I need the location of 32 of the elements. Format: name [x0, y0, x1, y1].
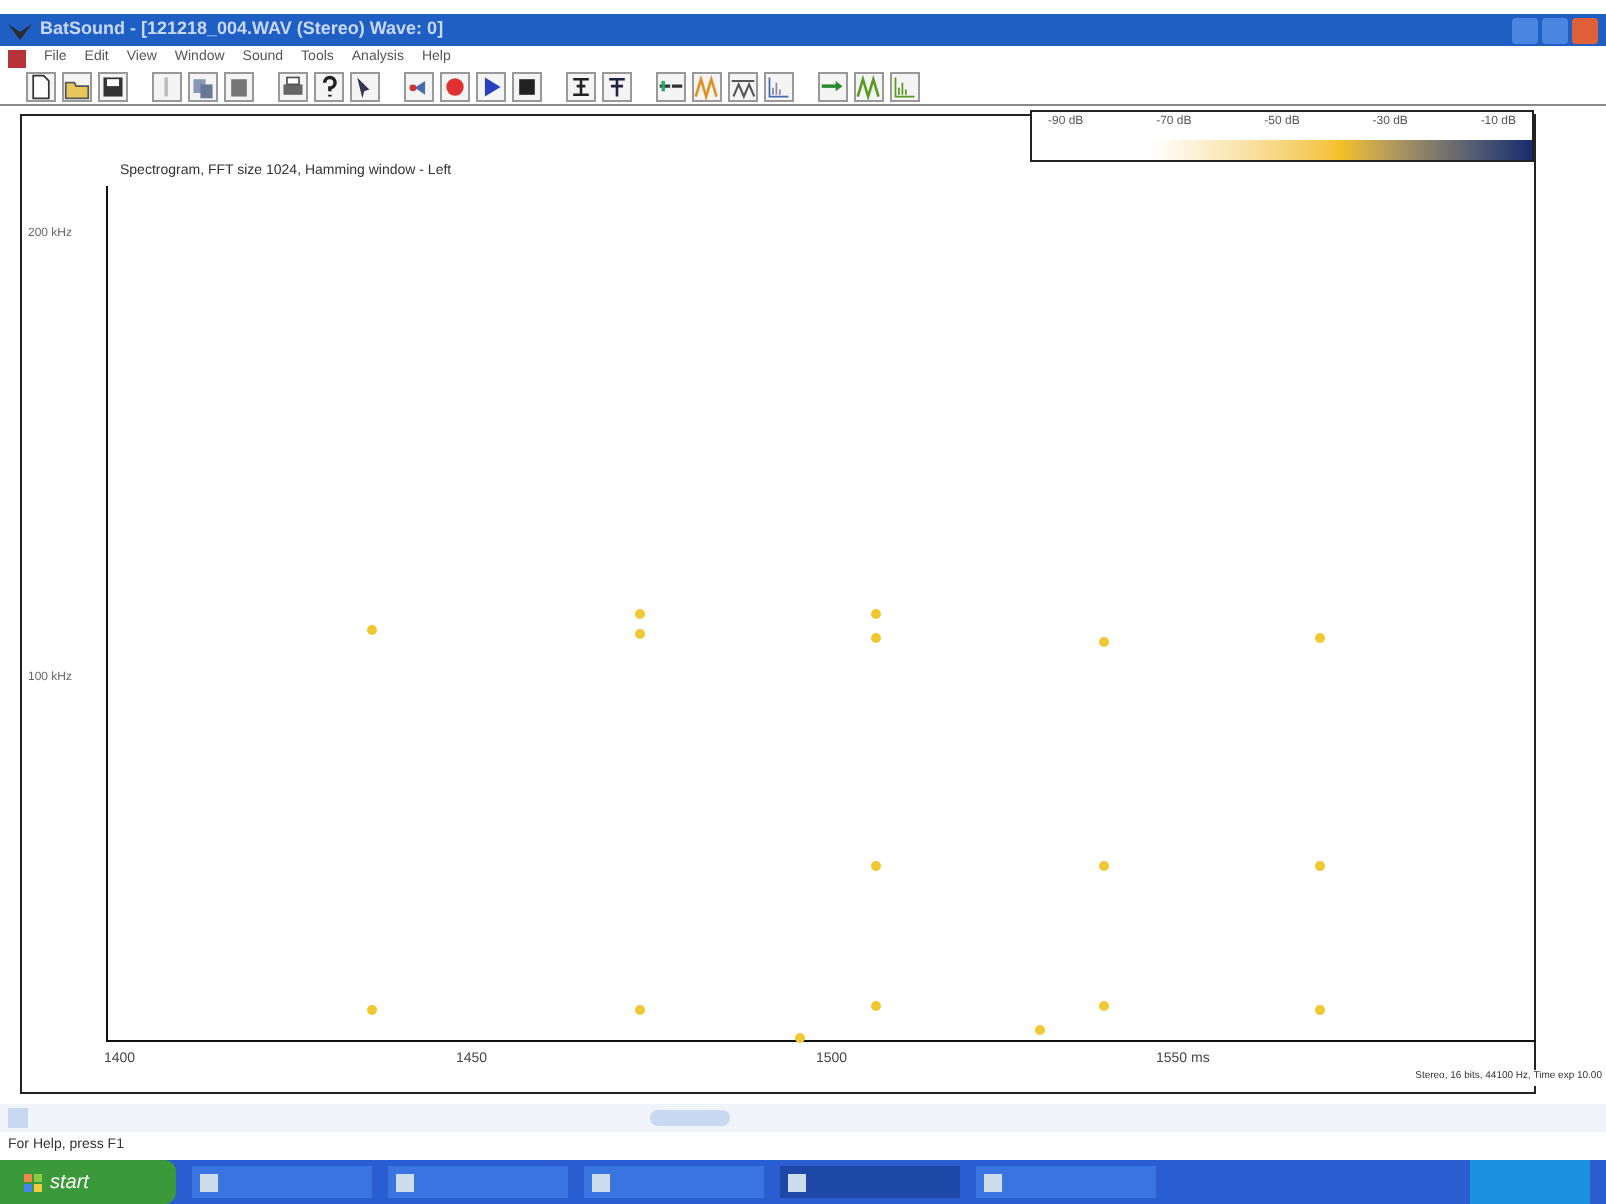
spectrum-icon[interactable] [766, 74, 792, 100]
printer-icon[interactable] [280, 74, 306, 100]
spectrum-icon[interactable] [892, 74, 918, 100]
window-icon [984, 1173, 1002, 1191]
taskbar-button[interactable] [780, 1166, 960, 1198]
start-button[interactable]: start [0, 1160, 176, 1204]
window-icon [592, 1173, 610, 1191]
window-icon [396, 1173, 414, 1191]
system-tray [1470, 1160, 1590, 1204]
cursor-bar-icon[interactable] [568, 74, 594, 100]
cursor-bar-icon[interactable] [604, 74, 630, 100]
window-icon [200, 1173, 218, 1191]
waveform-icon[interactable] [856, 74, 882, 100]
start-label: start [50, 1169, 89, 1197]
taskbar-button[interactable] [192, 1166, 372, 1198]
taskbar-button[interactable] [388, 1166, 568, 1198]
new-file-icon[interactable] [28, 74, 54, 100]
paste-icon[interactable] [226, 74, 252, 100]
window-icon [788, 1173, 806, 1191]
window-title: BatSound - [121218_004.WAV (Stereo) Wave: 0] [40, 16, 444, 43]
flag-icon [24, 1173, 42, 1191]
copy-icon[interactable] [190, 74, 216, 100]
scroll-thumb[interactable] [650, 1110, 730, 1126]
save-icon[interactable] [100, 74, 126, 100]
waveform-icon[interactable] [730, 74, 756, 100]
record-icon[interactable] [442, 74, 468, 100]
taskbar-button[interactable] [976, 1166, 1156, 1198]
stop-icon[interactable] [514, 74, 540, 100]
taskbar-button[interactable] [584, 1166, 764, 1198]
document-icon [8, 49, 26, 67]
horizontal-scrollbar[interactable] [0, 1104, 1606, 1132]
app-icon [8, 20, 32, 40]
